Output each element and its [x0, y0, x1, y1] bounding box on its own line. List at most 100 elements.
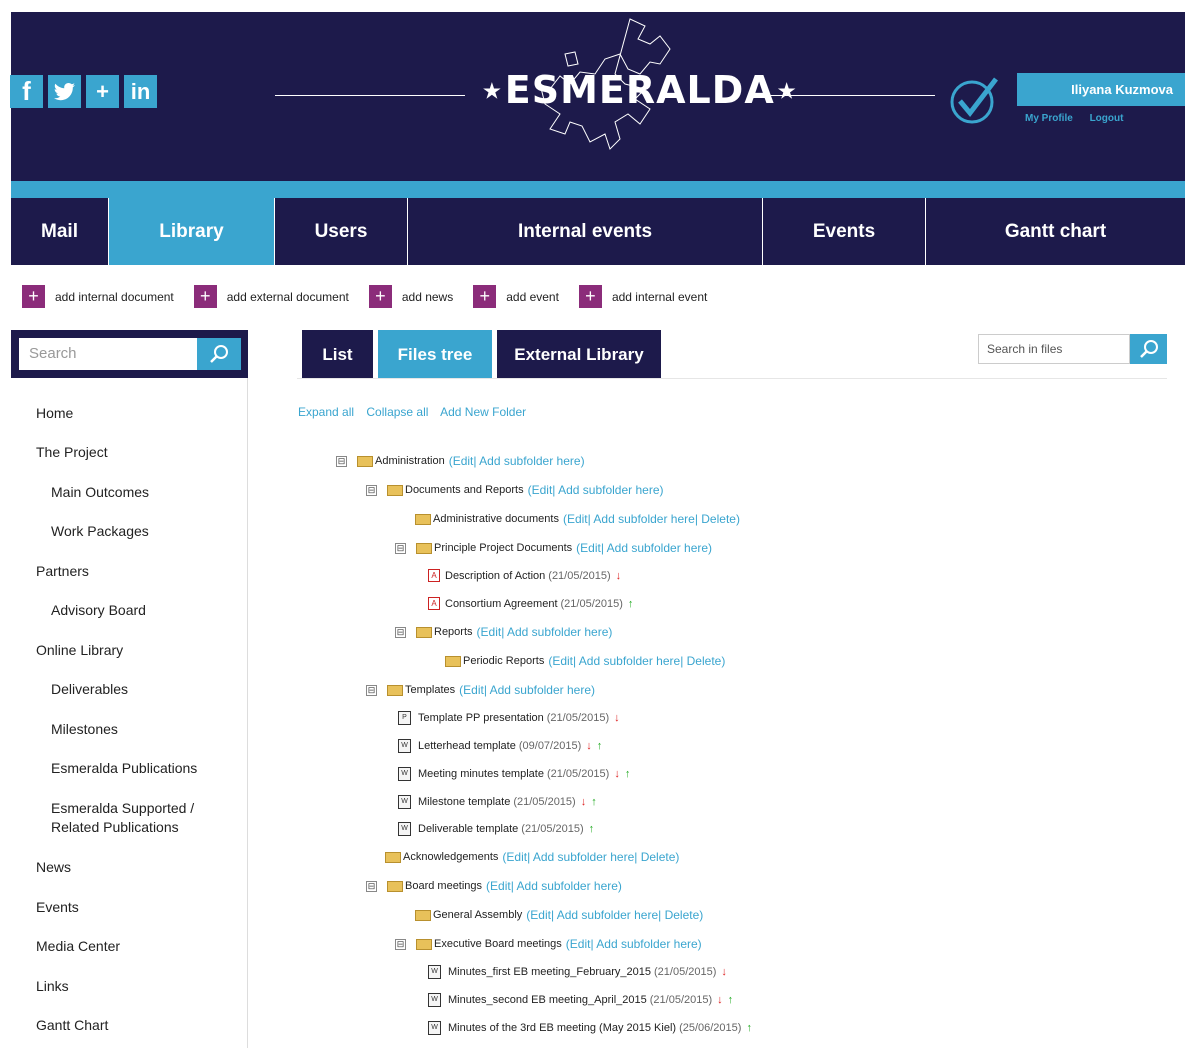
folder-name[interactable]: Principle Project Documents — [434, 542, 572, 554]
sidebar-item-gantt-chart[interactable]: Gantt Chart — [36, 1017, 108, 1033]
twitter-icon[interactable] — [48, 75, 81, 108]
collapse-toggle-icon[interactable]: ⊟ — [366, 684, 377, 696]
sidebar-item-events[interactable]: Events — [36, 899, 79, 915]
folder-name[interactable]: Administrative documents — [433, 513, 559, 525]
nav-mail[interactable]: Mail — [11, 198, 109, 265]
sidebar-item-partners[interactable]: Partners — [36, 563, 89, 579]
folder-name[interactable]: Reports — [434, 626, 473, 638]
add-external-document-button[interactable]: + add external document — [193, 285, 349, 308]
download-arrow-icon[interactable]: ↓ — [616, 570, 622, 582]
file-search-button[interactable] — [1130, 334, 1167, 364]
add-event-button[interactable]: + add event — [473, 285, 559, 308]
upload-arrow-icon[interactable]: ↑ — [591, 796, 597, 808]
file-name[interactable]: Consortium Agreement — [445, 598, 558, 610]
tab-files-tree[interactable]: Files tree — [378, 330, 492, 379]
folder-operations[interactable]: (Edit| Add subfolder here| Delete) — [526, 908, 703, 922]
file-name[interactable]: Minutes of the 3rd EB meeting (May 2015 … — [448, 1022, 676, 1034]
folder-name[interactable]: Executive Board meetings — [434, 938, 562, 950]
sidebar-search-input[interactable]: Search — [19, 338, 197, 370]
collapse-toggle-icon[interactable]: ⊟ — [366, 484, 377, 496]
download-arrow-icon[interactable]: ↓ — [614, 712, 620, 724]
upload-arrow-icon[interactable]: ↑ — [628, 598, 634, 610]
folder-operations[interactable]: (Edit| Add subfolder here) — [477, 625, 613, 639]
search-button[interactable] — [197, 338, 241, 370]
folder-operations[interactable]: (Edit| Add subfolder here) — [449, 454, 585, 468]
collapse-toggle-icon[interactable]: ⊟ — [395, 626, 406, 638]
sidebar-item-home[interactable]: Home — [36, 405, 73, 421]
search-icon — [210, 345, 228, 363]
download-arrow-icon[interactable]: ↓ — [586, 740, 592, 752]
nav-gantt-chart[interactable]: Gantt chart — [926, 198, 1185, 265]
add-news-button[interactable]: + add news — [368, 285, 453, 308]
file-name[interactable]: Description of Action — [445, 570, 545, 582]
upload-arrow-icon[interactable]: ↑ — [728, 994, 734, 1006]
sidebar-item-the-project[interactable]: The Project — [36, 444, 108, 460]
folder-operations[interactable]: (Edit| Add subfolder here) — [528, 483, 664, 497]
collapse-toggle-icon[interactable]: ⊟ — [395, 938, 406, 950]
tab-list[interactable]: List — [302, 330, 373, 379]
file-name[interactable]: Template PP presentation — [418, 712, 544, 724]
file-name[interactable]: Letterhead template — [418, 740, 516, 752]
logout-link[interactable]: Logout — [1090, 113, 1124, 124]
file-name[interactable]: Meeting minutes template — [418, 768, 544, 780]
folder-operations[interactable]: (Edit| Add subfolder here| Delete) — [563, 512, 740, 526]
esmeralda-logo[interactable]: ⋆ESMERALDA⋆ — [480, 68, 800, 112]
collapse-all-link[interactable]: Collapse all — [366, 405, 428, 419]
folder-operations[interactable]: (Edit| Add subfolder here) — [459, 683, 595, 697]
sidebar-item-main-outcomes[interactable]: Main Outcomes — [51, 484, 149, 500]
download-arrow-icon[interactable]: ↓ — [721, 966, 727, 978]
folder-name[interactable]: Periodic Reports — [463, 655, 544, 667]
collapse-toggle-icon[interactable]: ⊟ — [395, 542, 406, 554]
folder-operations[interactable]: (Edit| Add subfolder here) — [566, 937, 702, 951]
sidebar-item-online-library[interactable]: Online Library — [36, 642, 123, 658]
download-arrow-icon[interactable]: ↓ — [717, 994, 723, 1006]
upload-arrow-icon[interactable]: ↑ — [597, 740, 603, 752]
share-plus-icon[interactable]: + — [86, 75, 119, 108]
file-name[interactable]: Minutes_second EB meeting_April_2015 — [448, 994, 647, 1006]
upload-arrow-icon[interactable]: ↑ — [625, 768, 631, 780]
folder-name[interactable]: Acknowledgements — [403, 851, 498, 863]
folder-name[interactable]: Templates — [405, 684, 455, 696]
nav-library[interactable]: Library — [109, 198, 275, 265]
folder-name[interactable]: Documents and Reports — [405, 484, 524, 496]
sidebar-item-work-packages[interactable]: Work Packages — [51, 523, 149, 539]
linkedin-icon[interactable]: in — [124, 75, 157, 108]
sidebar-item-supported-publications[interactable]: Esmeralda Supported / — [51, 800, 194, 816]
sidebar-item-deliverables[interactable]: Deliverables — [51, 681, 128, 697]
sidebar-item-esmeralda-publications[interactable]: Esmeralda Publications — [51, 760, 197, 776]
add-new-folder-link[interactable]: Add New Folder — [440, 405, 526, 419]
my-profile-link[interactable]: My Profile — [1025, 113, 1073, 124]
collapse-toggle-icon[interactable]: ⊟ — [366, 880, 377, 892]
upload-arrow-icon[interactable]: ↑ — [746, 1022, 752, 1034]
facebook-icon[interactable]: f — [10, 75, 43, 108]
folder-operations[interactable]: (Edit| Add subfolder here| Delete) — [502, 850, 679, 864]
folder-operations[interactable]: (Edit| Add subfolder here) — [486, 879, 622, 893]
collapse-toggle-icon[interactable]: ⊟ — [336, 455, 347, 467]
folder-name[interactable]: General Assembly — [433, 909, 522, 921]
file-search-input[interactable]: Search in files — [978, 334, 1130, 364]
sidebar-item-news[interactable]: News — [36, 859, 71, 875]
add-internal-event-button[interactable]: + add internal event — [578, 285, 707, 308]
file-name[interactable]: Deliverable template — [418, 823, 518, 835]
folder-operations[interactable]: (Edit| Add subfolder here) — [576, 541, 712, 555]
tab-external-library[interactable]: External Library — [497, 330, 661, 379]
expand-all-link[interactable]: Expand all — [298, 405, 354, 419]
user-name-badge[interactable]: Iliyana Kuzmova — [1017, 73, 1185, 106]
sidebar-item-media-center[interactable]: Media Center — [36, 938, 120, 954]
folder-name[interactable]: Board meetings — [405, 880, 482, 892]
sidebar-item-related-publications[interactable]: Related Publications — [51, 819, 179, 835]
nav-users[interactable]: Users — [275, 198, 408, 265]
upload-arrow-icon[interactable]: ↑ — [589, 823, 595, 835]
download-arrow-icon[interactable]: ↓ — [581, 796, 587, 808]
file-name[interactable]: Minutes_first EB meeting_February_2015 — [448, 966, 651, 978]
nav-internal-events[interactable]: Internal events — [408, 198, 763, 265]
sidebar-item-milestones[interactable]: Milestones — [51, 721, 118, 737]
download-arrow-icon[interactable]: ↓ — [614, 768, 620, 780]
sidebar-item-links[interactable]: Links — [36, 978, 69, 994]
nav-events[interactable]: Events — [763, 198, 926, 265]
add-internal-document-button[interactable]: + add internal document — [22, 285, 174, 308]
folder-name[interactable]: Administration — [375, 455, 445, 467]
sidebar-item-advisory-board[interactable]: Advisory Board — [51, 602, 146, 618]
file-name[interactable]: Milestone template — [418, 796, 510, 808]
folder-operations[interactable]: (Edit| Add subfolder here| Delete) — [548, 654, 725, 668]
